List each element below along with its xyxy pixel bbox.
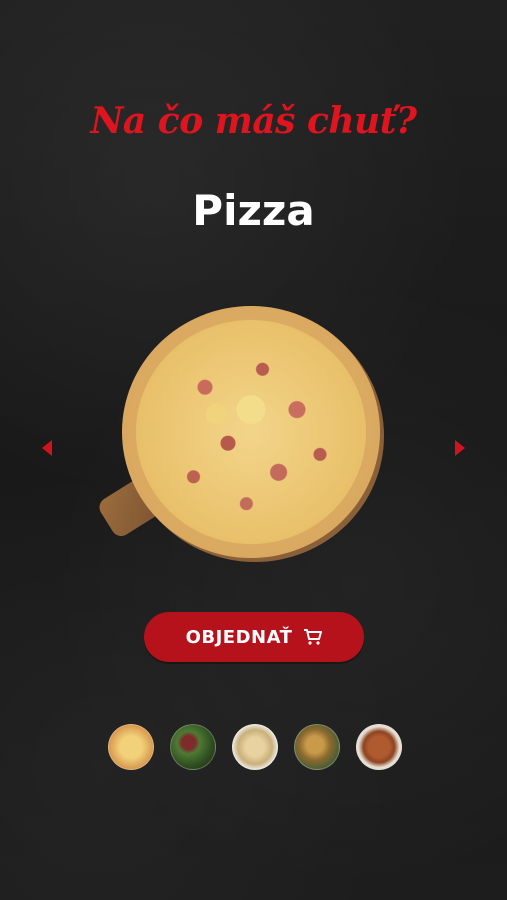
chevron-right-icon[interactable] [455,440,465,456]
chevron-left-icon[interactable] [42,440,52,456]
order-button-label: OBJEDNAŤ [185,626,293,648]
featured-food-image [95,304,390,566]
category-thumbnails [108,724,402,770]
thumbnail-pasta[interactable] [232,724,278,770]
pizza-topping [136,320,366,544]
thumbnail-salad[interactable] [170,724,216,770]
tagline: Na čo máš chuť? [90,100,417,142]
order-button[interactable]: OBJEDNAŤ [144,612,364,662]
thumbnail-soup[interactable] [356,724,402,770]
category-title: Pizza [192,186,315,235]
cart-icon [304,629,323,645]
thumbnail-dish[interactable] [294,724,340,770]
thumbnail-pizza[interactable] [108,724,154,770]
